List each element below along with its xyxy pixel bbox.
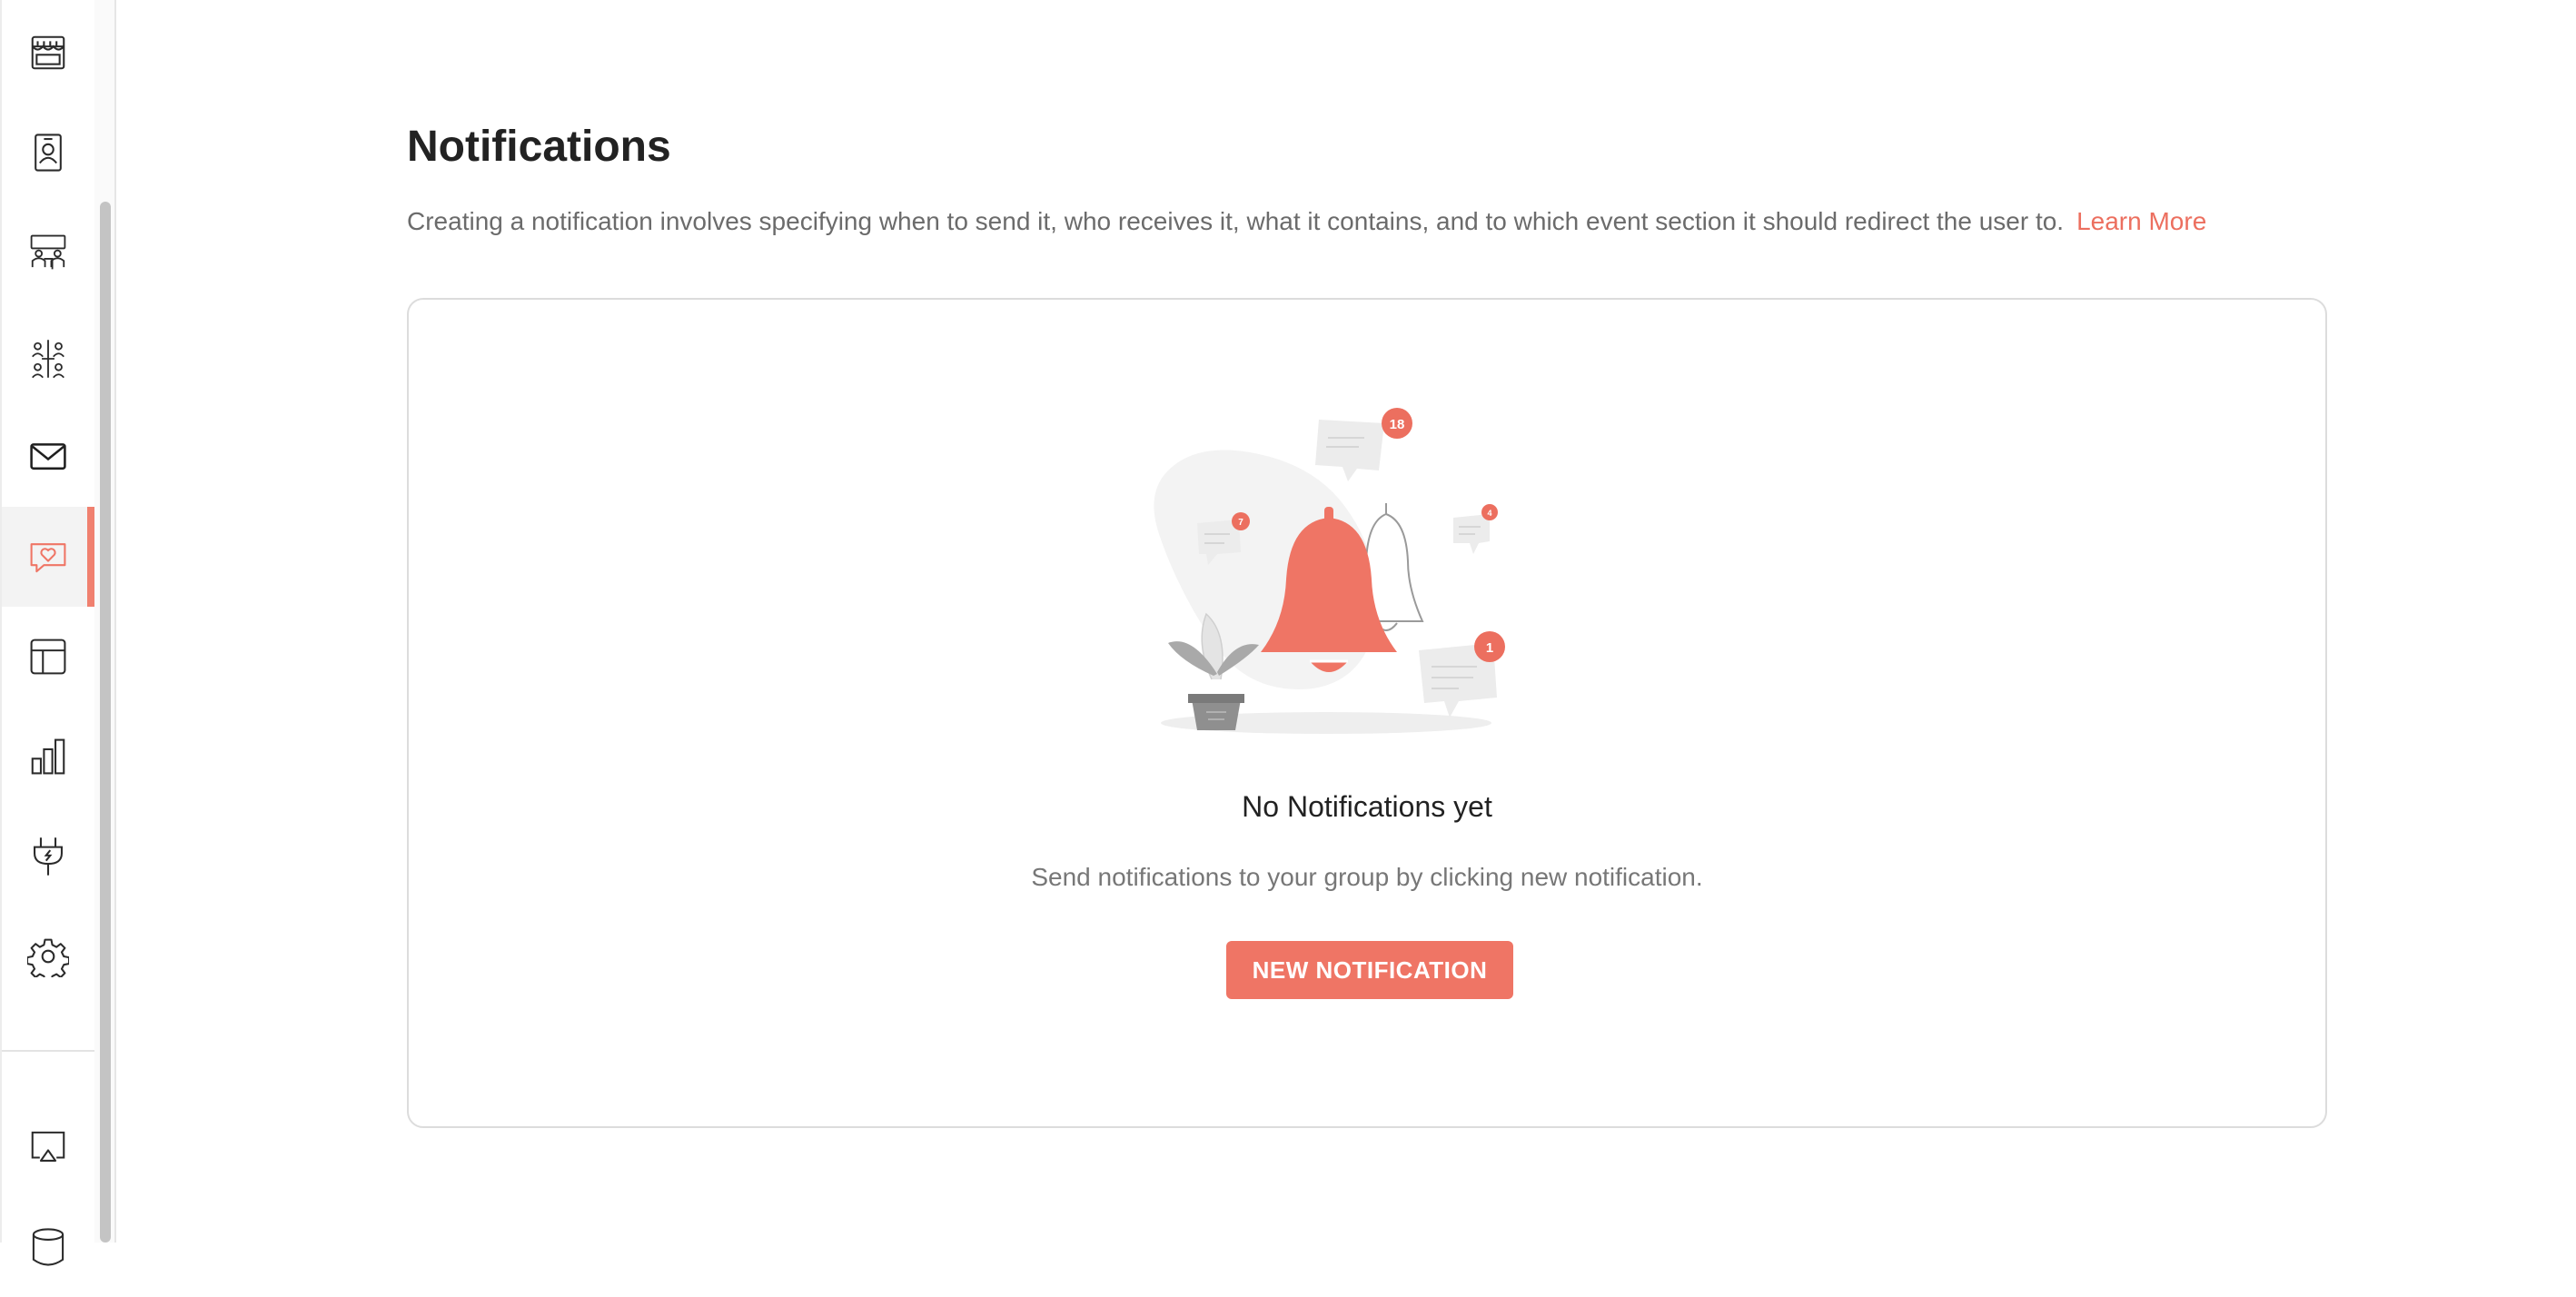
plug-icon [34, 837, 63, 876]
speech-bubble-bottom: 1 [1419, 631, 1505, 718]
sidebar-item-settings[interactable] [2, 906, 94, 1006]
layout-icon [30, 639, 66, 675]
badge-count-right: 4 [1487, 509, 1491, 518]
storefront-icon [31, 35, 65, 70]
sidebar-item-cast[interactable] [2, 1097, 94, 1197]
sidebar-item-analytics[interactable] [2, 707, 94, 807]
sidebar-item-data[interactable] [2, 1197, 94, 1297]
sidebar-item-meetings[interactable] [2, 203, 94, 302]
empty-state-title: No Notifications yet [1242, 790, 1492, 823]
cast-icon [31, 1131, 65, 1162]
sidebar-item-layout[interactable] [2, 607, 94, 707]
sidebar [0, 0, 116, 1266]
sidebar-item-messages[interactable] [2, 406, 94, 506]
sidebar-item-networking[interactable] [2, 309, 94, 409]
empty-state-card: 18 7 4 1 No Notifications yet Send notif… [407, 298, 2327, 1128]
badge-icon [35, 134, 62, 172]
page-description: Creating a notification involves specify… [407, 207, 2206, 236]
speech-bubble-top: 18 [1315, 408, 1412, 481]
learn-more-link[interactable]: Learn More [2076, 207, 2206, 235]
sidebar-scrollbar-thumb[interactable] [100, 202, 111, 1243]
sidebar-item-storefront[interactable] [2, 3, 94, 103]
sidebar-item-notifications[interactable] [2, 507, 96, 607]
empty-state-subtitle: Send notifications to your group by clic… [1031, 863, 1703, 891]
description-text: Creating a notification involves specify… [407, 207, 2065, 235]
speech-bubble-right: 4 [1453, 504, 1498, 554]
bar-chart-icon [31, 738, 65, 775]
page-title: Notifications [407, 123, 671, 171]
mail-icon [30, 443, 66, 470]
meeting-icon [30, 234, 66, 270]
database-icon [32, 1228, 64, 1266]
badge-count-left: 7 [1238, 518, 1243, 528]
sidebar-item-integrations[interactable] [2, 807, 94, 906]
badge-count-top: 18 [1390, 417, 1405, 432]
heart-chat-icon [30, 543, 66, 573]
main-content: Notifications Creating a notification in… [116, 0, 2576, 1243]
people-network-icon [32, 340, 64, 379]
badge-count-bottom: 1 [1486, 640, 1493, 656]
notification-bell-illustration: 18 7 4 1 [1154, 408, 1505, 734]
gear-icon [27, 938, 69, 977]
sidebar-divider [2, 1050, 94, 1052]
sidebar-item-badge[interactable] [2, 103, 94, 203]
new-notification-button[interactable]: NEW NOTIFICATION [1226, 941, 1513, 999]
